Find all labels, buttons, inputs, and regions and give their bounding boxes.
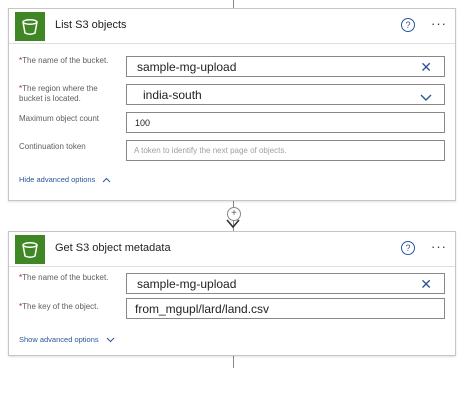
help-icon[interactable]: ? bbox=[401, 241, 415, 255]
field-value: sample-mg-upload bbox=[137, 276, 237, 291]
flow-connector-bottom bbox=[233, 356, 234, 368]
field-row-max-count: Maximum object count 100 bbox=[9, 112, 455, 136]
field-row-object-key: *The key of the object. from_mgupl/lard/… bbox=[9, 298, 455, 322]
continuation-token-input[interactable]: A token to identify the next page of obj… bbox=[126, 140, 445, 161]
s3-bucket-icon bbox=[15, 235, 45, 264]
card-title: Get S3 object metadata bbox=[55, 242, 171, 254]
hide-advanced-options-link[interactable]: Hide advanced options bbox=[19, 175, 111, 185]
card-header[interactable]: Get S3 object metadata ? ··· bbox=[9, 232, 455, 267]
clear-icon[interactable]: ✕ bbox=[420, 276, 432, 293]
card-title: List S3 objects bbox=[55, 19, 127, 31]
chevron-down-icon[interactable] bbox=[420, 89, 432, 107]
field-value: from_mgupl/lard/land.csv bbox=[135, 301, 270, 316]
object-key-input[interactable]: from_mgupl/lard/land.csv bbox=[126, 298, 445, 319]
bucket-name-input[interactable]: sample-mg-upload ✕ bbox=[126, 273, 445, 294]
flow-connector-top bbox=[233, 0, 234, 8]
arrow-down-icon bbox=[226, 219, 240, 229]
field-value: india-south bbox=[143, 87, 202, 102]
field-value: sample-mg-upload bbox=[137, 59, 237, 74]
field-row-continuation-token: Continuation token A token to identify t… bbox=[9, 140, 455, 164]
more-options-icon[interactable]: ··· bbox=[431, 239, 447, 254]
field-label: Maximum object count bbox=[19, 114, 100, 123]
field-row-region: *The region where the bucket is located.… bbox=[9, 84, 455, 108]
field-row-bucket-name: *The name of the bucket. sample-mg-uploa… bbox=[9, 273, 455, 297]
help-icon[interactable]: ? bbox=[401, 18, 415, 32]
field-row-bucket-name: *The name of the bucket. sample-mg-uploa… bbox=[9, 56, 455, 80]
region-select[interactable]: india-south bbox=[126, 84, 445, 105]
clear-icon[interactable]: ✕ bbox=[420, 59, 432, 76]
field-label: *The region where the bucket is located. bbox=[19, 84, 98, 103]
field-placeholder: A token to identify the next page of obj… bbox=[134, 146, 287, 155]
show-advanced-options-link[interactable]: Show advanced options bbox=[19, 335, 115, 345]
field-label: Continuation token bbox=[19, 142, 86, 151]
card-header[interactable]: List S3 objects ? ··· bbox=[9, 9, 455, 44]
chevron-down-icon bbox=[106, 336, 115, 345]
action-card-get-s3-object-metadata: Get S3 object metadata ? ··· *The name o… bbox=[8, 231, 456, 356]
action-card-list-s3-objects: List S3 objects ? ··· *The name of the b… bbox=[8, 8, 456, 201]
field-value: 100 bbox=[135, 117, 151, 128]
field-label: *The key of the object. bbox=[19, 302, 99, 311]
field-label: *The name of the bucket. bbox=[19, 273, 109, 282]
max-object-count-input[interactable]: 100 bbox=[126, 112, 445, 133]
chevron-up-icon bbox=[102, 176, 111, 185]
more-options-icon[interactable]: ··· bbox=[431, 16, 447, 31]
field-label: *The name of the bucket. bbox=[19, 56, 109, 65]
s3-bucket-icon bbox=[15, 12, 45, 41]
bucket-name-input[interactable]: sample-mg-upload ✕ bbox=[126, 56, 445, 77]
